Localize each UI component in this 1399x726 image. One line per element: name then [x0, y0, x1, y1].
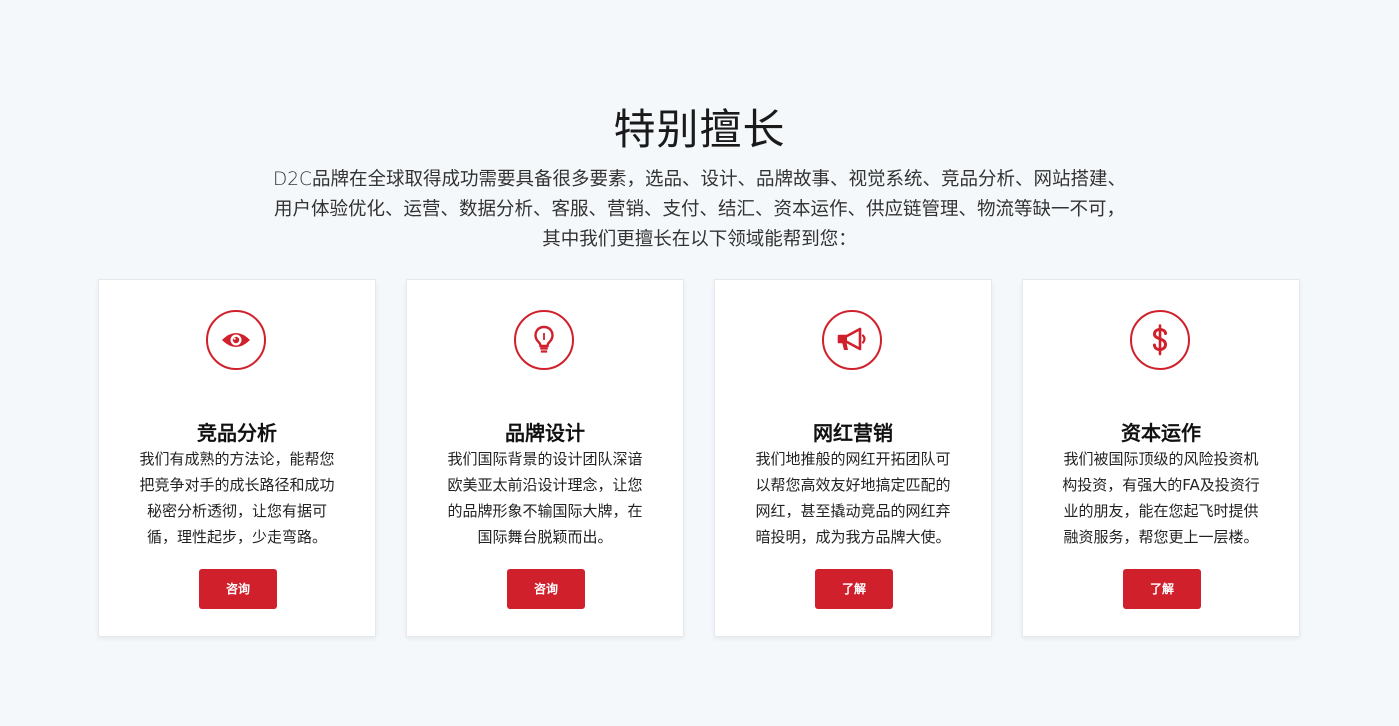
desc-line: 欧美亚太前沿设计理念，让您: [447, 476, 643, 494]
intro-line: 用户体验优化、运营、数据分析、客服、营销、支付、结汇、资本运作、供应链管理、物流…: [273, 198, 1125, 220]
desc-line: 我们被国际顶级的风险投资机: [1063, 450, 1259, 468]
intro-line: 其中我们更擅长在以下领域能帮到您：: [542, 228, 857, 250]
card-title: 资本运作: [1121, 421, 1201, 445]
desc-line: 我们地推般的网红开拓团队可: [755, 450, 951, 468]
desc-line: 业的朋友，能在您起飞时提供: [1063, 502, 1259, 520]
card-capital-operation: 资本运作 我们被国际顶级的风险投资机 构投资，有强大的FA及投资行 业的朋友，能…: [1022, 279, 1300, 637]
card-influencer-marketing: 网红营销 我们地推般的网红开拓团队可 以帮您高效友好地搞定匹配的 网红，甚至撬动…: [714, 279, 992, 637]
dollar-icon: [1152, 324, 1168, 356]
section-intro: D2C品牌在全球取得成功需要具备很多要素，选品、设计、品牌故事、视觉系统、竞品分…: [200, 165, 1199, 255]
desc-line: 的品牌形象不输国际大牌，在: [447, 502, 643, 520]
icon-ring: [1130, 310, 1190, 370]
megaphone-icon: [837, 327, 866, 351]
card-competitor-analysis: 竞品分析 我们有成熟的方法论，能帮您 把竞争对手的成长路径和成功 秘密分析透彻，…: [98, 279, 376, 637]
card-description: 我们国际背景的设计团队深谙 欧美亚太前沿设计理念，让您 的品牌形象不输国际大牌，…: [435, 446, 655, 550]
card-description: 我们有成熟的方法论，能帮您 把竞争对手的成长路径和成功 秘密分析透彻，让您有据可…: [127, 446, 347, 550]
desc-line: 秘密分析透彻，让您有据可: [146, 502, 327, 520]
icon-ring: [514, 310, 574, 370]
desc-line: 我们有成熟的方法论，能帮您: [139, 450, 335, 468]
card-title: 网红营销: [813, 421, 893, 445]
desc-line: 网红，甚至撬动竞品的网红弃: [755, 502, 951, 520]
desc-line: 循，理性起步，少走弯路。: [146, 528, 327, 546]
learn-more-button[interactable]: 了解: [815, 569, 893, 609]
intro-line: D2C品牌在全球取得成功需要具备很多要素，选品、设计、品牌故事、视觉系统、竞品分…: [273, 168, 1126, 190]
desc-line: 融资服务，帮您更上一层楼。: [1063, 528, 1259, 546]
desc-line: 国际舞台脱颖而出。: [477, 528, 613, 546]
card-title: 竞品分析: [197, 421, 277, 445]
card-brand-design: 品牌设计 我们国际背景的设计团队深谙 欧美亚太前沿设计理念，让您 的品牌形象不输…: [406, 279, 684, 637]
eye-icon: [222, 333, 250, 347]
desc-line: 把竞争对手的成长路径和成功: [139, 476, 335, 494]
consult-button[interactable]: 咨询: [199, 569, 277, 609]
card-title: 品牌设计: [505, 421, 585, 445]
learn-more-button[interactable]: 了解: [1123, 569, 1201, 609]
lightbulb-icon: [534, 325, 554, 353]
service-cards: 竞品分析 我们有成熟的方法论，能帮您 把竞争对手的成长路径和成功 秘密分析透彻，…: [98, 279, 1302, 639]
desc-line: 我们国际背景的设计团队深谙: [447, 450, 643, 468]
desc-line: 以帮您高效友好地搞定匹配的: [755, 476, 951, 494]
card-description: 我们被国际顶级的风险投资机 构投资，有强大的FA及投资行 业的朋友，能在您起飞时…: [1051, 446, 1271, 550]
icon-ring: [206, 310, 266, 370]
consult-button[interactable]: 咨询: [507, 569, 585, 609]
section-title: 特别擅长: [613, 105, 786, 155]
desc-line: 构投资，有强大的FA及投资行: [1062, 476, 1260, 494]
icon-ring: [822, 310, 882, 370]
desc-line: 暗投明，成为我方品牌大使。: [755, 528, 951, 546]
card-description: 我们地推般的网红开拓团队可 以帮您高效友好地搞定匹配的 网红，甚至撬动竞品的网红…: [743, 446, 963, 550]
